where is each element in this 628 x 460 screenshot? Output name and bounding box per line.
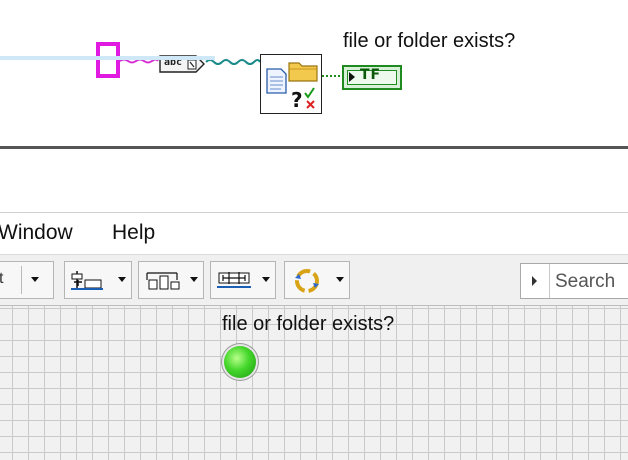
search-placeholder: Search [555,271,616,292]
distribute-objects-button[interactable] [138,261,204,299]
indicator-arrow-icon [349,72,355,82]
align-objects-icon [71,271,103,290]
chevron-down-icon [190,277,198,282]
check-if-file-or-folder-exists-node[interactable]: ? [260,54,322,114]
text-settings-button[interactable]: t [0,261,54,299]
block-diagram-indicator-label: file or folder exists? [343,30,516,52]
chevron-down-icon [336,277,344,282]
reorder-icon [295,269,319,293]
svg-text:?: ? [291,88,303,112]
chevron-down-icon [118,277,126,282]
menu-bar: Window Help [0,212,628,254]
menu-help[interactable]: Help [112,221,155,245]
file-folder-exists-icon: ? [266,62,318,112]
menu-window[interactable]: Window [0,221,73,245]
partial-button-icon: t [0,270,4,287]
reorder-button[interactable] [284,261,350,299]
toolbar: t Search [0,254,628,306]
distribute-objects-icon [146,272,180,290]
front-panel-indicator-label: file or folder exists? [222,313,395,335]
indicator-tf-text: TF [360,67,382,83]
resize-objects-icon [217,272,251,288]
path-out-wire [205,59,261,65]
boolean-led-indicator[interactable] [224,346,256,378]
boolean-indicator-terminal[interactable]: TF [342,65,402,90]
search-input[interactable]: Search [520,263,628,299]
align-objects-button[interactable] [64,261,132,299]
resize-objects-button[interactable] [210,261,276,299]
chevron-down-icon [262,277,270,282]
window-divider [0,146,628,149]
block-diagram: abc ? TF file or folder exists? [0,0,628,149]
front-panel-title-strip [0,56,215,60]
path-control-terminal[interactable] [96,42,120,78]
chevron-down-icon [31,277,39,282]
search-expand-icon[interactable] [521,264,550,298]
